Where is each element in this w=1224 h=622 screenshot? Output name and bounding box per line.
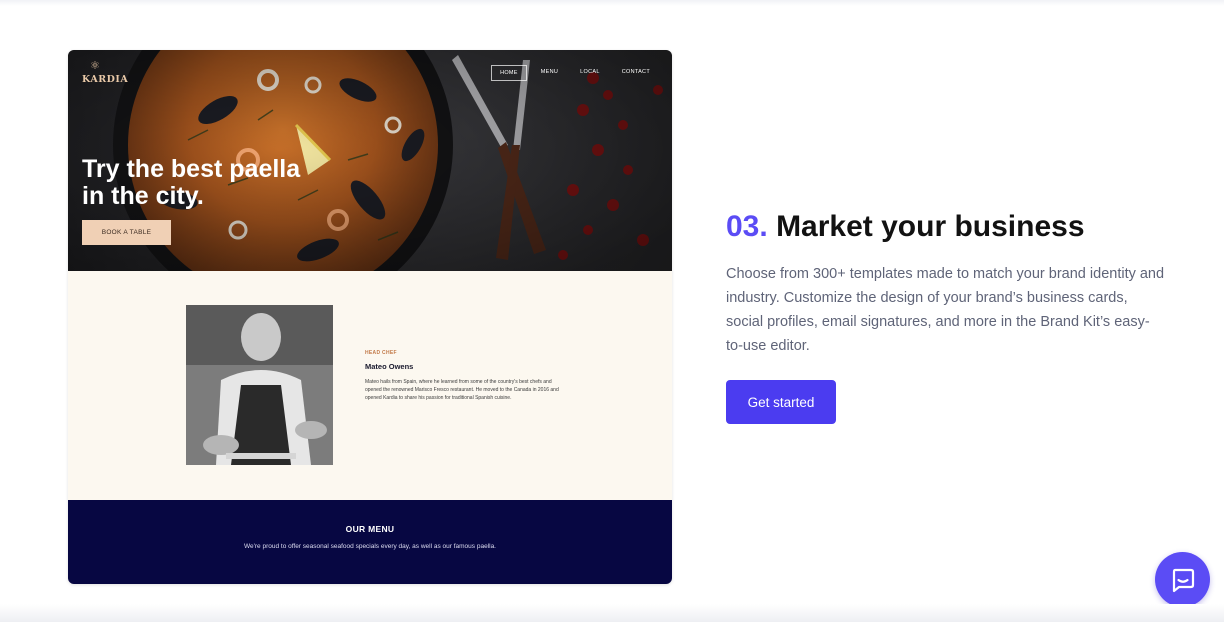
chef-name: Mateo Owens <box>365 362 414 371</box>
feature-title: Market your business <box>776 210 1085 243</box>
website-template-preview: ⚛ KARDIA HOME MENU LOCAL CONTACT Try the… <box>68 50 672 584</box>
fish-icon: ⚛ <box>90 60 100 72</box>
nav-item-home[interactable]: HOME <box>491 65 527 81</box>
chef-section: HEAD CHEF Mateo Owens Mateo hails from S… <box>68 271 672 500</box>
hero-title: Try the best paella in the city. <box>82 156 332 210</box>
chat-icon <box>1172 568 1194 592</box>
bottom-shade <box>0 604 1224 622</box>
brand-name: KARDIA <box>82 74 129 85</box>
menu-section: OUR MENU We're proud to offer seasonal s… <box>68 500 672 584</box>
chef-photo <box>186 305 333 465</box>
template-nav: HOME MENU LOCAL CONTACT <box>491 65 658 81</box>
hero-section: ⚛ KARDIA HOME MENU LOCAL CONTACT Try the… <box>68 50 672 271</box>
hero-title-line-1: Try the best paella <box>82 155 301 183</box>
menu-text: We're proud to offer seasonal seafood sp… <box>244 543 496 550</box>
nav-item-menu[interactable]: MENU <box>533 65 566 81</box>
book-table-button[interactable]: BOOK A TABLE <box>82 220 171 245</box>
top-shade <box>0 0 1224 6</box>
nav-item-local[interactable]: LOCAL <box>572 65 608 81</box>
chat-launcher-button[interactable] <box>1155 552 1210 607</box>
brand-logo[interactable]: ⚛ KARDIA <box>82 60 128 88</box>
feature-number: 03. <box>726 210 768 243</box>
get-started-button[interactable]: Get started <box>726 380 836 424</box>
nav-item-contact[interactable]: CONTACT <box>614 65 658 81</box>
feature-description: Choose from 300+ templates made to match… <box>726 266 1165 354</box>
chef-bio: Mateo hails from Spain, where he learned… <box>365 379 559 401</box>
hero-title-line-2: in the city. <box>82 182 204 210</box>
menu-title: OUR MENU <box>345 524 395 534</box>
feature-heading: 03. Market your business <box>726 210 1085 244</box>
chef-role-label: HEAD CHEF <box>365 350 397 356</box>
